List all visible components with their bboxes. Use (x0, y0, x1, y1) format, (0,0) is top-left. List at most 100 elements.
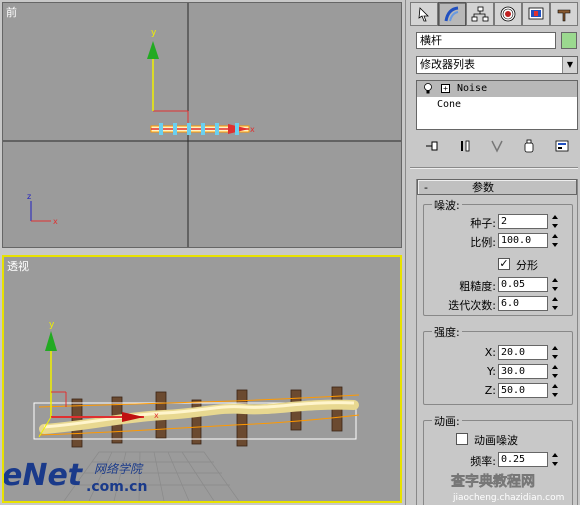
frequency-label: 频率: (470, 455, 496, 468)
expand-icon[interactable]: + (441, 84, 450, 93)
fence-post (191, 399, 202, 445)
roughness-label: 粗糙度: (459, 280, 496, 293)
seed-spinner[interactable] (550, 214, 560, 229)
create-icon (418, 7, 429, 22)
strength-x-spinner[interactable] (550, 345, 560, 360)
make-unique-icon (491, 140, 503, 153)
rollout-title: 参数 (472, 181, 494, 194)
svg-text:y: y (49, 320, 55, 330)
fractal-label: 分形 (516, 259, 538, 272)
seed-input[interactable]: 2 (498, 214, 548, 229)
lightbulb-icon[interactable] (423, 83, 433, 95)
frequency-row: 频率: 0.25 (424, 451, 574, 469)
modifier-stack: + Noise Cone (416, 80, 578, 130)
make-unique-button[interactable] (486, 137, 508, 155)
trash-icon (524, 139, 534, 153)
enet-watermark: eNet 网络学院 .com.cn (4, 458, 147, 495)
command-panel-tabs (410, 2, 578, 26)
svg-text:x: x (250, 125, 255, 134)
fractal-checkbox[interactable]: ✓ (498, 258, 510, 270)
strength-z-spinner[interactable] (550, 383, 560, 398)
fence-post (236, 389, 248, 447)
front-transform-gizmo[interactable]: y (147, 28, 189, 123)
utilities-tab[interactable] (550, 2, 578, 26)
show-end-result-button[interactable] (454, 137, 476, 155)
modify-tab[interactable] (438, 2, 466, 26)
frequency-spinner[interactable] (550, 452, 560, 467)
seed-label: 种子: (470, 217, 496, 230)
modifier-list-label: 修改器列表 (420, 58, 475, 71)
utilities-icon (557, 9, 571, 22)
roughness-row: 粗糙度: 0.05 (424, 276, 574, 294)
front-viewport-canvas: y x z x (3, 3, 401, 247)
motion-icon (500, 6, 516, 22)
perspective-viewport[interactable]: y x eNet 网络学院 .com.cn 透视 (2, 255, 402, 503)
strength-group-title: 强度: (432, 324, 462, 340)
svg-text:z: z (27, 192, 31, 201)
stack-item-noise[interactable]: + Noise (417, 81, 577, 97)
front-viewport-label[interactable]: 前 (6, 4, 17, 20)
configure-modifier-sets-button[interactable] (551, 137, 573, 155)
display-tab[interactable] (522, 2, 550, 26)
svg-text:x: x (154, 411, 159, 420)
front-viewport[interactable]: y x z x 前 (2, 2, 402, 248)
hierarchy-icon (471, 6, 489, 22)
object-color-swatch[interactable] (561, 32, 577, 49)
seed-row: 种子: 2 (424, 213, 574, 231)
front-rail-object[interactable]: x (150, 123, 255, 135)
remove-modifier-button[interactable] (518, 137, 540, 155)
strength-y-input[interactable]: 30.0 (498, 364, 548, 379)
perspective-viewport-canvas: y x eNet 网络学院 .com.cn (4, 320, 360, 501)
strength-z-label: Z: (484, 384, 496, 397)
hierarchy-tab[interactable] (466, 2, 494, 26)
strength-z-row: Z: 50.0 (424, 382, 574, 400)
frequency-input[interactable]: 0.25 (498, 452, 548, 467)
create-tab[interactable] (410, 2, 438, 26)
strength-group: 强度: X: 20.0 Y: 30.0 Z: 50.0 (423, 324, 574, 405)
animate-noise-label: 动画噪波 (474, 434, 518, 447)
iterations-row: 迭代次数: 6.0 (424, 295, 574, 313)
parameters-rollout-header[interactable]: - 参数 (417, 179, 577, 195)
svg-text:y: y (151, 28, 157, 38)
scale-input[interactable]: 100.0 (498, 233, 548, 248)
pin-stack-button[interactable] (421, 137, 443, 155)
stack-toolbar (416, 136, 578, 156)
roughness-input[interactable]: 0.05 (498, 277, 548, 292)
object-name-field[interactable]: 横杆 (416, 32, 556, 49)
scale-label: 比例: (470, 236, 496, 249)
iterations-label: 迭代次数: (448, 299, 496, 312)
iterations-input[interactable]: 6.0 (498, 296, 548, 311)
collapse-icon[interactable]: - (424, 181, 444, 194)
display-icon (528, 7, 544, 20)
show-end-result-icon (460, 140, 469, 152)
perspective-viewport-label[interactable]: 透视 (7, 258, 29, 274)
motion-tab[interactable] (494, 2, 522, 26)
animate-noise-row: 动画噪波 (424, 431, 574, 449)
animate-noise-checkbox[interactable] (456, 433, 468, 445)
command-panel: 横杆 修改器列表 ▼ + Noise Cone - 参数 噪波: 种子: 2 比… (405, 0, 580, 505)
animation-group: 动画: 动画噪波 频率: 0.25 (423, 413, 574, 505)
panel-divider (410, 167, 578, 169)
scale-spinner[interactable] (550, 233, 560, 248)
configure-icon (555, 140, 569, 152)
strength-x-input[interactable]: 20.0 (498, 345, 548, 360)
iterations-spinner[interactable] (550, 296, 560, 311)
strength-y-label: Y: (487, 365, 496, 378)
chevron-down-icon[interactable]: ▼ (562, 57, 577, 73)
strength-z-input[interactable]: 50.0 (498, 383, 548, 398)
svg-text:eNet: eNet (4, 458, 84, 493)
stack-item-cone[interactable]: Cone (417, 97, 577, 113)
modifier-list-dropdown[interactable]: 修改器列表 ▼ (416, 56, 578, 74)
scale-row: 比例: 100.0 (424, 232, 574, 250)
svg-text:x: x (53, 217, 58, 226)
stack-item-label: Cone (437, 99, 462, 110)
noise-group-title: 噪波: (432, 197, 462, 213)
roughness-spinner[interactable] (550, 277, 560, 292)
svg-text:.com.cn: .com.cn (86, 479, 147, 495)
modify-icon (444, 6, 459, 22)
animation-group-title: 动画: (432, 413, 462, 429)
strength-x-row: X: 20.0 (424, 344, 574, 362)
strength-x-label: X: (484, 346, 496, 359)
front-axis-tripod: z x (27, 192, 58, 226)
strength-y-spinner[interactable] (550, 364, 560, 379)
